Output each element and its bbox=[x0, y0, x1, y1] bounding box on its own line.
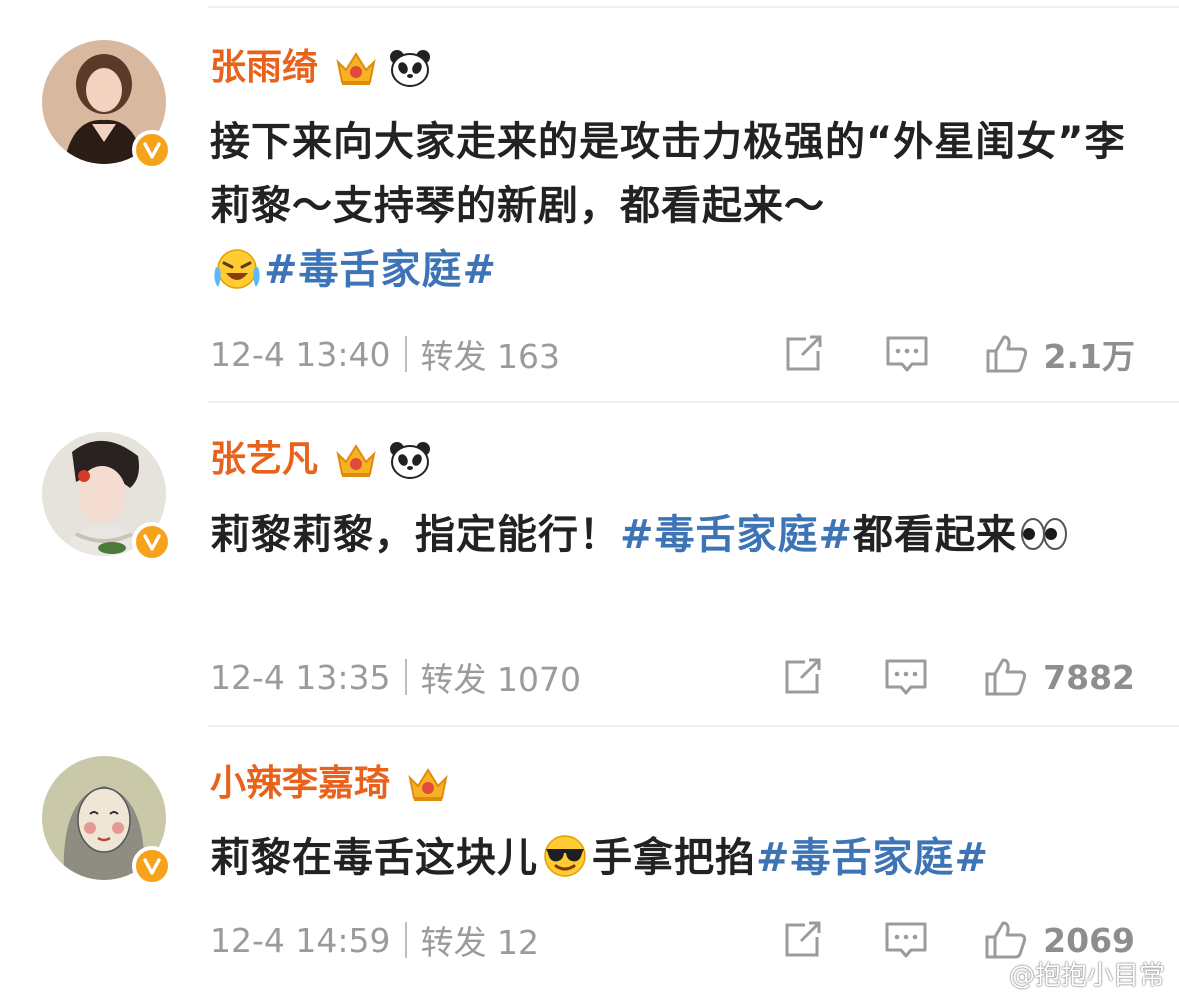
share-icon[interactable] bbox=[780, 333, 826, 375]
crown-icon bbox=[334, 440, 378, 480]
comment-text-after: 都看起来 bbox=[853, 512, 1018, 558]
comment-text: 莉黎在毒舌这块儿 手拿把掐#毒舌家庭# bbox=[210, 826, 1140, 890]
comment-text-content: 接下来向大家走来的是攻击力极强的“外星闺女”李莉黎～支持琴的新剧，都看起来～ bbox=[210, 119, 1126, 229]
comment-time: 12-4 13:40 bbox=[210, 334, 391, 374]
separator bbox=[404, 336, 407, 372]
comment-icon[interactable] bbox=[884, 333, 930, 375]
avatar[interactable] bbox=[42, 40, 172, 170]
topic-link[interactable]: #毒舌家庭# bbox=[756, 835, 989, 881]
avatar[interactable] bbox=[42, 756, 172, 886]
watermark: @抱抱小目常 bbox=[969, 955, 1165, 992]
sunglasses-emoji bbox=[538, 831, 592, 879]
repost-count[interactable]: 转发 163 bbox=[421, 330, 560, 378]
crown-icon bbox=[406, 764, 450, 804]
thumbs-up-icon bbox=[984, 333, 1030, 375]
topic-link[interactable]: #毒舌家庭# bbox=[264, 247, 497, 293]
avatar[interactable] bbox=[42, 432, 172, 562]
top-divider bbox=[208, 6, 1179, 8]
divider bbox=[208, 725, 1179, 727]
user-name[interactable]: 张雨绮 bbox=[210, 46, 318, 90]
topic-link[interactable]: #毒舌家庭# bbox=[620, 512, 853, 558]
panda-icon bbox=[388, 440, 432, 480]
like-count: 2069 bbox=[1043, 920, 1135, 960]
laugh-tears-emoji bbox=[210, 243, 264, 291]
watermark-text: @抱抱小目常 bbox=[1008, 961, 1165, 991]
separator bbox=[404, 659, 407, 695]
eyes-emoji bbox=[1017, 508, 1071, 556]
weibo-logo-icon bbox=[969, 956, 1003, 991]
comment-time: 12-4 13:35 bbox=[210, 657, 391, 697]
share-icon[interactable] bbox=[779, 656, 825, 698]
repost-count[interactable]: 转发 12 bbox=[421, 916, 539, 964]
like-button[interactable]: 2.1万 bbox=[984, 330, 1135, 378]
comment-text: 莉黎莉黎，指定能行！#毒舌家庭#都看起来 bbox=[210, 503, 1140, 567]
verified-badge-icon bbox=[132, 130, 172, 170]
like-count: 2.1万 bbox=[1043, 337, 1135, 376]
comment-icon[interactable] bbox=[883, 919, 929, 961]
thumbs-up-icon bbox=[983, 656, 1029, 698]
like-count: 7882 bbox=[1043, 657, 1135, 697]
comment-footer: 12-4 13:40 转发 163 2.1万 bbox=[210, 330, 1135, 378]
comment-text-after: 手拿把掐 bbox=[592, 835, 756, 881]
comment-footer: 12-4 13:35 转发 1070 7882 bbox=[210, 653, 1135, 701]
comment-text-before: 莉黎在毒舌这块儿 bbox=[210, 835, 538, 881]
comment-icon[interactable] bbox=[883, 656, 929, 698]
repost-count[interactable]: 转发 1070 bbox=[421, 653, 581, 701]
comment-time: 12-4 14:59 bbox=[210, 920, 391, 960]
comment-text: 接下来向大家走来的是攻击力极强的“外星闺女”李莉黎～支持琴的新剧，都看起来～ #… bbox=[210, 110, 1140, 302]
verified-badge-icon bbox=[132, 522, 172, 562]
share-icon[interactable] bbox=[779, 919, 825, 961]
divider bbox=[208, 401, 1179, 403]
like-button[interactable]: 7882 bbox=[983, 656, 1135, 698]
verified-badge-icon bbox=[132, 846, 172, 886]
separator bbox=[404, 922, 407, 958]
panda-icon bbox=[388, 48, 432, 88]
comment-text-before: 莉黎莉黎，指定能行！ bbox=[210, 512, 620, 558]
crown-icon bbox=[334, 48, 378, 88]
user-name[interactable]: 小辣李嘉琦 bbox=[210, 762, 390, 806]
user-name[interactable]: 张艺凡 bbox=[210, 438, 318, 482]
